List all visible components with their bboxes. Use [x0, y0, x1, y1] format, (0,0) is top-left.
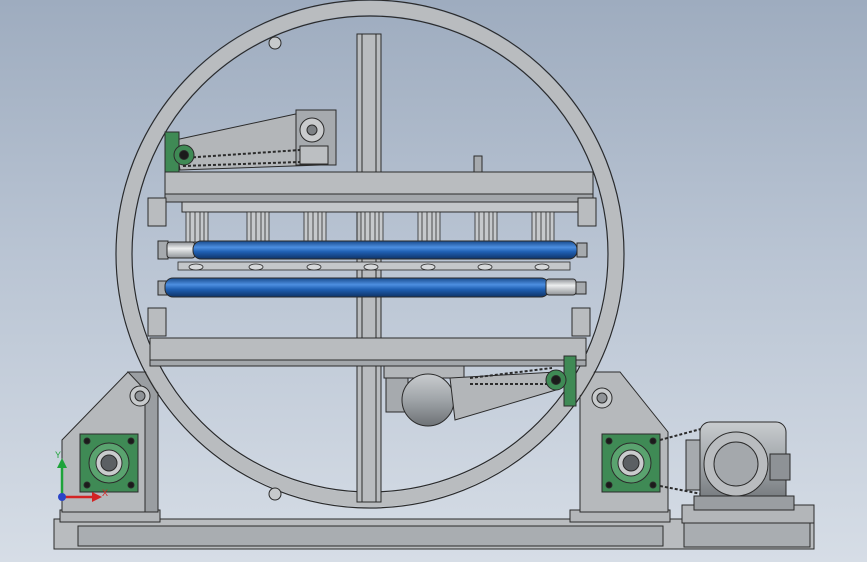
upper-blue-roller	[157, 240, 588, 260]
brush-array	[185, 211, 555, 243]
brush-block	[303, 211, 327, 243]
upper-tensioner-arm	[174, 109, 483, 173]
left-bearing-housing	[79, 433, 139, 493]
triad-y-label: Y	[55, 450, 61, 460]
brush-block	[360, 211, 384, 243]
cad-viewport[interactable]: X Y	[0, 0, 867, 562]
brush-block	[474, 211, 498, 243]
right-bearing-housing	[601, 433, 661, 493]
brush-block	[417, 211, 441, 243]
press-pad-row	[177, 261, 571, 271]
brush-block	[246, 211, 270, 243]
brush-block	[185, 211, 209, 243]
lower-gear-motor	[385, 371, 557, 427]
triad-x-label: X	[102, 488, 108, 498]
base-frame	[53, 504, 815, 550]
lower-blue-roller	[157, 277, 587, 298]
drive-motor	[685, 421, 795, 511]
brush-block	[531, 211, 555, 243]
machine-drawing: X Y	[53, 0, 815, 550]
